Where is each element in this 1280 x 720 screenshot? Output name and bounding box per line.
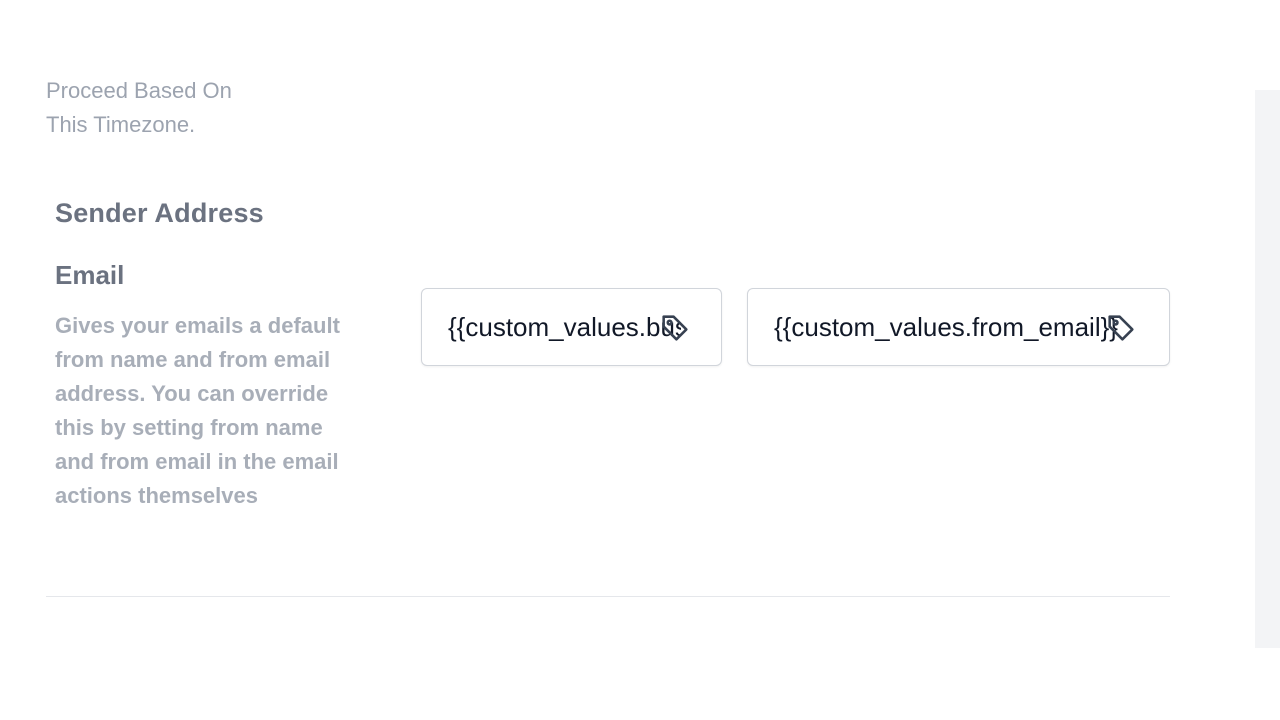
timezone-help-text: Proceed Based On This Timezone.	[46, 78, 232, 137]
from-name-field	[421, 288, 722, 366]
settings-page: Proceed Based On This Timezone. Sender A…	[0, 0, 1280, 720]
tag-icon[interactable]	[1104, 311, 1138, 345]
email-field-description: Gives your emails a default from name an…	[55, 313, 340, 508]
side-panel-edge	[1255, 90, 1280, 648]
sender-address-heading: Sender Address	[55, 198, 264, 228]
section-divider	[46, 596, 1170, 597]
from-email-field	[747, 288, 1170, 366]
email-field-title: Email	[55, 260, 125, 290]
tag-icon[interactable]	[658, 311, 692, 345]
